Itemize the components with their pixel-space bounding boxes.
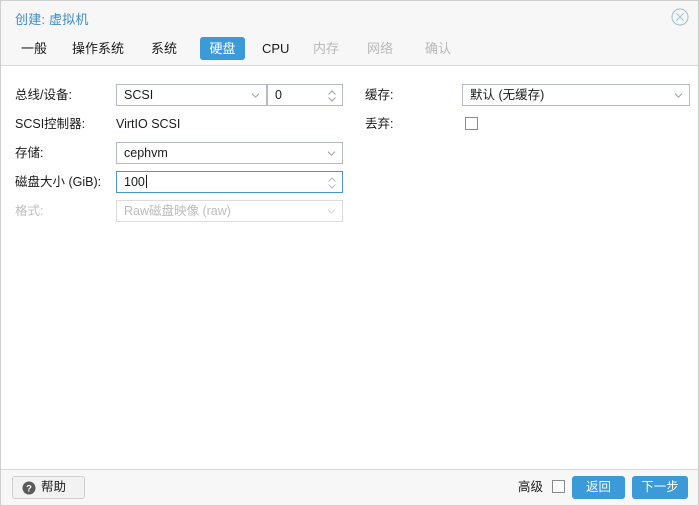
chevron-down-icon xyxy=(327,207,336,216)
tab-cpu[interactable]: CPU xyxy=(254,37,294,60)
cache-select[interactable]: 默认 (无缓存) xyxy=(462,84,690,106)
advanced-label: 高级 xyxy=(518,476,543,498)
storage-select[interactable]: cephvm xyxy=(116,142,343,164)
scsi-controller-label: SCSI控制器: xyxy=(15,113,85,135)
back-button[interactable]: 返回 xyxy=(572,476,625,499)
tab-network: 网络 xyxy=(358,37,402,60)
dialog-titlebar: 创建: 虚拟机 xyxy=(1,1,698,33)
storage-label: 存储: xyxy=(15,142,43,164)
spinner-arrows-icon[interactable] xyxy=(327,176,337,190)
hard-disk-panel: 总线/设备: SCSI 0 SCSI控制器: VirtIO SCSI 存储: c… xyxy=(1,65,698,469)
device-number-stepper[interactable]: 0 xyxy=(267,84,343,106)
discard-label: 丢弃: xyxy=(365,113,393,135)
device-number-value: 0 xyxy=(275,85,282,105)
help-button[interactable]: ? 帮助 xyxy=(12,476,85,499)
svg-text:?: ? xyxy=(26,483,32,494)
tab-bar: 一般 操作系统 系统 硬盘 CPU 内存 网络 确认 xyxy=(1,33,698,65)
bus-select[interactable]: SCSI xyxy=(116,84,267,106)
advanced-checkbox[interactable] xyxy=(552,480,565,493)
scsi-controller-value: VirtIO SCSI xyxy=(116,113,180,135)
disk-size-label: 磁盘大小 (GiB): xyxy=(15,171,101,193)
disk-size-value: 100 xyxy=(124,172,147,192)
dialog-footer: ? 帮助 高级 返回 下一步 xyxy=(1,469,698,505)
help-button-label: 帮助 xyxy=(41,477,66,498)
disk-size-input[interactable]: 100 xyxy=(116,171,343,193)
next-button[interactable]: 下一步 xyxy=(632,476,688,499)
tab-hard-disk[interactable]: 硬盘 xyxy=(200,37,245,60)
cache-label: 缓存: xyxy=(365,84,393,106)
text-caret xyxy=(146,175,147,188)
tab-memory: 内存 xyxy=(304,37,348,60)
close-icon[interactable] xyxy=(671,8,689,26)
question-circle-icon: ? xyxy=(22,481,36,495)
chevron-down-icon xyxy=(327,149,336,158)
bus-select-value: SCSI xyxy=(124,85,153,105)
chevron-down-icon xyxy=(251,91,260,100)
bus-device-label: 总线/设备: xyxy=(15,84,72,106)
storage-select-value: cephvm xyxy=(124,143,168,163)
format-label: 格式: xyxy=(15,200,43,222)
tab-general[interactable]: 一般 xyxy=(12,37,56,60)
format-select-value: Raw磁盘映像 (raw) xyxy=(124,201,231,221)
tab-confirm: 确认 xyxy=(416,37,460,60)
format-select: Raw磁盘映像 (raw) xyxy=(116,200,343,222)
discard-checkbox[interactable] xyxy=(465,117,478,130)
create-vm-dialog: 创建: 虚拟机 一般 操作系统 系统 硬盘 CPU 内存 网络 确认 总线/设备… xyxy=(0,0,699,506)
chevron-down-icon xyxy=(674,91,683,100)
spinner-arrows-icon[interactable] xyxy=(327,89,337,103)
tab-system[interactable]: 系统 xyxy=(142,37,186,60)
dialog-title: 创建: 虚拟机 xyxy=(15,9,89,28)
tab-os[interactable]: 操作系统 xyxy=(63,37,133,60)
cache-select-value: 默认 (无缓存) xyxy=(470,85,544,105)
